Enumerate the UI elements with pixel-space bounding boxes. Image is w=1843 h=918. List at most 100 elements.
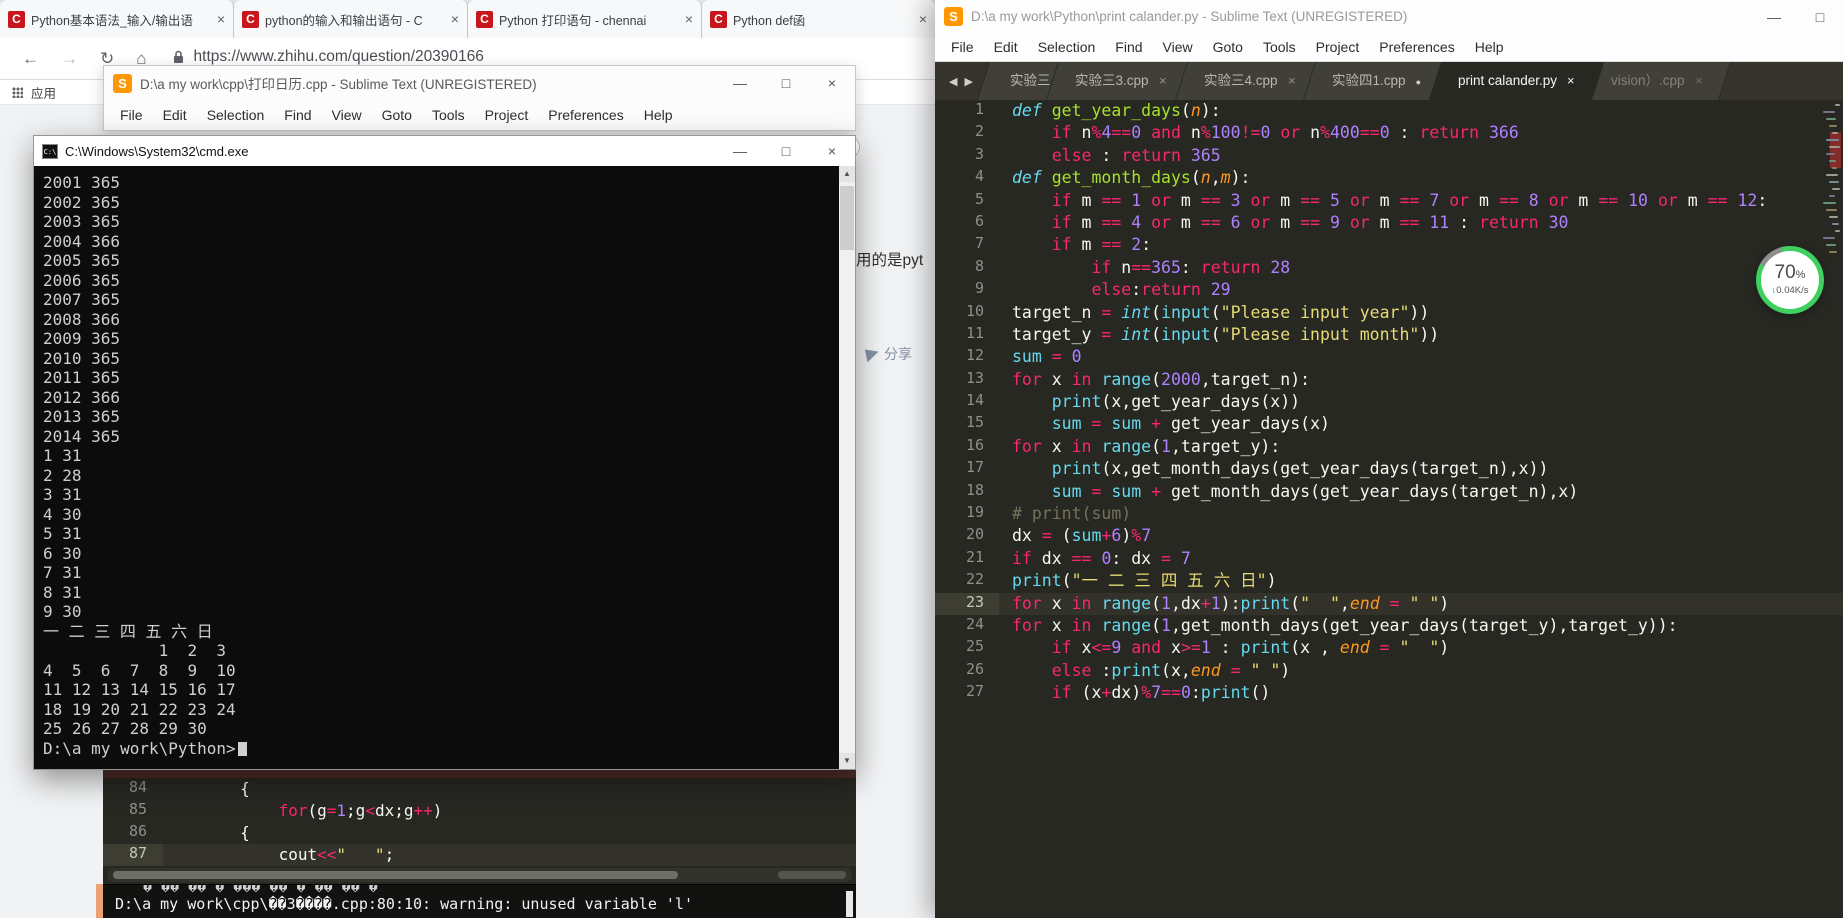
minimap-line xyxy=(1826,209,1837,211)
cmd-cursor xyxy=(238,742,247,756)
minimize-button[interactable]: — xyxy=(1751,9,1797,25)
menu-item-help[interactable]: Help xyxy=(634,107,683,123)
cmd-titlebar[interactable]: C:\ C:\Windows\System32\cmd.exe — □ × xyxy=(34,136,855,166)
menu-item-tools[interactable]: Tools xyxy=(422,107,475,123)
code-line: 24for x in range(1,get_month_days(get_ye… xyxy=(935,615,1843,637)
forward-icon[interactable]: → xyxy=(61,49,78,69)
back-icon[interactable]: ← xyxy=(22,49,39,69)
browser-tab[interactable]: CPython def函× xyxy=(702,0,936,38)
minimap-line xyxy=(1823,202,1836,204)
code-line: 14 print(x,get_year_days(x)) xyxy=(935,391,1843,413)
code-line: 13for x in range(2000,target_n): xyxy=(935,369,1843,391)
menu-item-view[interactable]: View xyxy=(322,107,372,123)
minimize-button[interactable]: — xyxy=(717,143,763,159)
menu-item-project[interactable]: Project xyxy=(1306,39,1370,55)
menu-item-tools[interactable]: Tools xyxy=(1253,39,1306,55)
code-line: 17 print(x,get_month_days(get_year_days(… xyxy=(935,458,1843,480)
share-icon xyxy=(865,346,880,361)
sublime-right-title: D:\a my work\Python\print calander.py - … xyxy=(971,9,1407,24)
menu-item-preferences[interactable]: Preferences xyxy=(538,107,633,123)
line-number: 23 xyxy=(935,593,999,615)
sublime-right-titlebar[interactable]: S D:\a my work\Python\print calander.py … xyxy=(935,0,1843,33)
line-number: 1 xyxy=(935,100,999,122)
share-button[interactable]: 分享 xyxy=(866,344,912,364)
sublime-left-titlebar[interactable]: S D:\a my work\cpp\打印日历.cpp - Sublime Te… xyxy=(104,66,855,100)
memory-percent: 70% xyxy=(1775,264,1806,284)
menu-item-find[interactable]: Find xyxy=(274,107,321,123)
menu-item-project[interactable]: Project xyxy=(475,107,539,123)
tab-close-icon[interactable]: × xyxy=(1567,62,1575,100)
menu-item-edit[interactable]: Edit xyxy=(153,107,197,123)
csdn-favicon: C xyxy=(8,11,25,28)
scrollbar-thumb[interactable] xyxy=(840,186,854,250)
menu-item-file[interactable]: File xyxy=(941,39,984,55)
tab-close-icon[interactable]: × xyxy=(919,11,927,27)
tab-close-icon[interactable]: × xyxy=(1287,62,1295,100)
code-text: sum = sum + get_month_days(get_year_days… xyxy=(999,481,1578,503)
menu-item-goto[interactable]: Goto xyxy=(372,107,422,123)
minimap-line xyxy=(1829,181,1839,183)
scroll-up-icon[interactable]: ▲ xyxy=(839,166,855,182)
cpp-editor[interactable]: 84 {85 for(g=1;g<dx;g++)86 {87 cout<<" "… xyxy=(103,778,856,866)
sublime-icon: S xyxy=(944,7,963,26)
menu-item-file[interactable]: File xyxy=(110,107,153,123)
scroll-down-icon[interactable]: ▼ xyxy=(839,753,855,769)
code-text: print(x,get_month_days(get_year_days(tar… xyxy=(999,458,1548,480)
editor-tab[interactable]: vision）.cpp× xyxy=(1582,62,1731,100)
horizontal-scrollbar[interactable] xyxy=(107,868,852,882)
close-button[interactable]: × xyxy=(809,143,855,159)
minimap-line xyxy=(1829,125,1837,127)
minimize-button[interactable]: — xyxy=(717,75,763,91)
cmd-window: C:\ C:\Windows\System32\cmd.exe — □ × 20… xyxy=(33,135,856,770)
sublime-right-window: S D:\a my work\Python\print calander.py … xyxy=(935,0,1843,918)
tab-close-icon[interactable]: × xyxy=(217,11,225,27)
minimap-line xyxy=(1829,160,1836,162)
scrollbar-thumb-right[interactable] xyxy=(778,871,846,879)
cmd-scrollbar[interactable]: ▲ ▼ xyxy=(839,166,855,769)
scrollbar-thumb[interactable] xyxy=(113,871,678,879)
tab-close-icon[interactable]: × xyxy=(451,11,459,27)
menu-item-view[interactable]: View xyxy=(1153,39,1203,55)
menu-item-find[interactable]: Find xyxy=(1105,39,1152,55)
tab-scroll-right-icon[interactable]: ▶ xyxy=(964,75,972,88)
code-text: if dx == 0: dx = 7 xyxy=(999,548,1191,570)
code-text: for x in range(1,get_month_days(get_year… xyxy=(999,615,1678,637)
maximize-button[interactable]: □ xyxy=(1797,9,1843,25)
cmd-prompt: D:\a my work\Python> xyxy=(34,739,855,759)
code-line: 87 cout<<" "; xyxy=(103,844,856,866)
tab-scroll-left-icon[interactable]: ◀ xyxy=(949,75,957,88)
menu-item-edit[interactable]: Edit xyxy=(984,39,1028,55)
python-editor[interactable]: 1def get_year_days(n):2 if n%4==0 and n%… xyxy=(935,100,1843,918)
url-text[interactable]: https://www.zhihu.com/question/20390166 xyxy=(194,48,484,66)
menu-item-preferences[interactable]: Preferences xyxy=(1369,39,1464,55)
menu-item-help[interactable]: Help xyxy=(1465,39,1514,55)
menu-item-selection[interactable]: Selection xyxy=(1028,39,1106,55)
minimap-line xyxy=(1832,188,1840,190)
close-button[interactable]: × xyxy=(809,75,855,91)
minimap-line xyxy=(1835,104,1840,106)
system-monitor-ball[interactable]: 70% ↓0.04K/s xyxy=(1756,246,1824,314)
tab-close-icon[interactable]: × xyxy=(1695,62,1703,100)
apps-label[interactable]: 应用 xyxy=(31,83,56,102)
editor-tab[interactable]: print calander.py× xyxy=(1428,62,1603,100)
browser-tab[interactable]: CPython基本语法_输入/输出语× xyxy=(0,0,234,38)
console-scrollbar[interactable] xyxy=(846,891,853,917)
minimap-line xyxy=(1832,132,1838,134)
browser-tab[interactable]: Cpython的输入和输出语句 - C× xyxy=(234,0,468,38)
maximize-button[interactable]: □ xyxy=(763,143,809,159)
tab-close-icon[interactable]: × xyxy=(685,11,693,27)
apps-grid-icon[interactable] xyxy=(12,87,23,98)
line-number: 2 xyxy=(935,122,999,144)
menu-item-goto[interactable]: Goto xyxy=(1203,39,1253,55)
editor-tab[interactable]: 实验四1.cpp● xyxy=(1303,62,1450,100)
minimap[interactable] xyxy=(1825,104,1843,284)
browser-tab[interactable]: CPython 打印语句 - chennai× xyxy=(468,0,702,38)
editor-tab[interactable]: 实验三3.cpp× xyxy=(1046,62,1195,100)
editor-tab[interactable]: 实验三4.cpp× xyxy=(1174,62,1323,100)
line-number: 86 xyxy=(103,822,163,844)
maximize-button[interactable]: □ xyxy=(763,75,809,91)
tab-close-icon[interactable]: × xyxy=(1159,62,1167,100)
menu-item-selection[interactable]: Selection xyxy=(197,107,275,123)
tab-dirty-icon: ● xyxy=(1415,63,1420,100)
code-text: print("一 二 三 四 五 六 日") xyxy=(999,570,1277,592)
